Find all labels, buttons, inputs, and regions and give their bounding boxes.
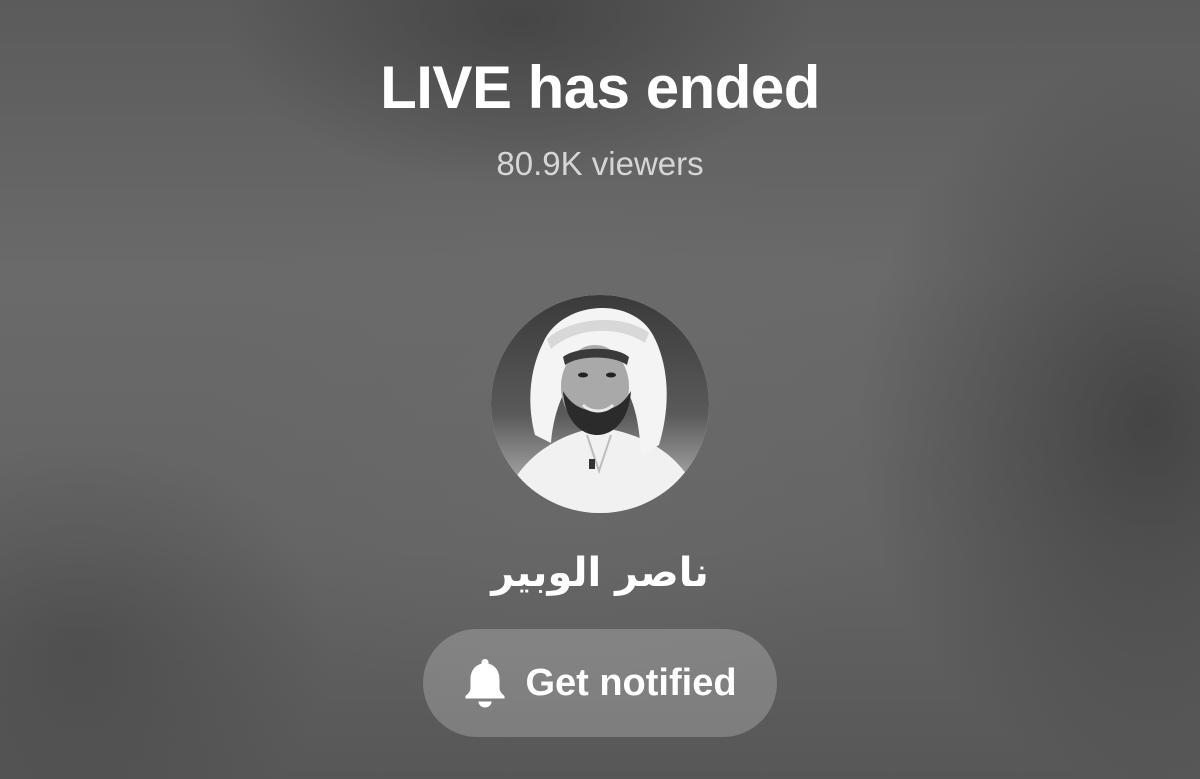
host-name[interactable]: ناصر الوبير (0, 543, 1200, 603)
get-notified-button[interactable]: Get notified (423, 629, 777, 737)
bell-icon (465, 659, 505, 708)
live-ended-title: LIVE has ended (380, 54, 820, 121)
get-notified-label: Get notified (525, 662, 737, 704)
host-photo (491, 295, 709, 513)
live-ended-screen: LIVE has ended 80.9K viewers ناصر الوبير… (0, 0, 1200, 779)
viewer-count: 80.9K viewers (496, 145, 704, 182)
host-avatar[interactable] (491, 295, 709, 513)
